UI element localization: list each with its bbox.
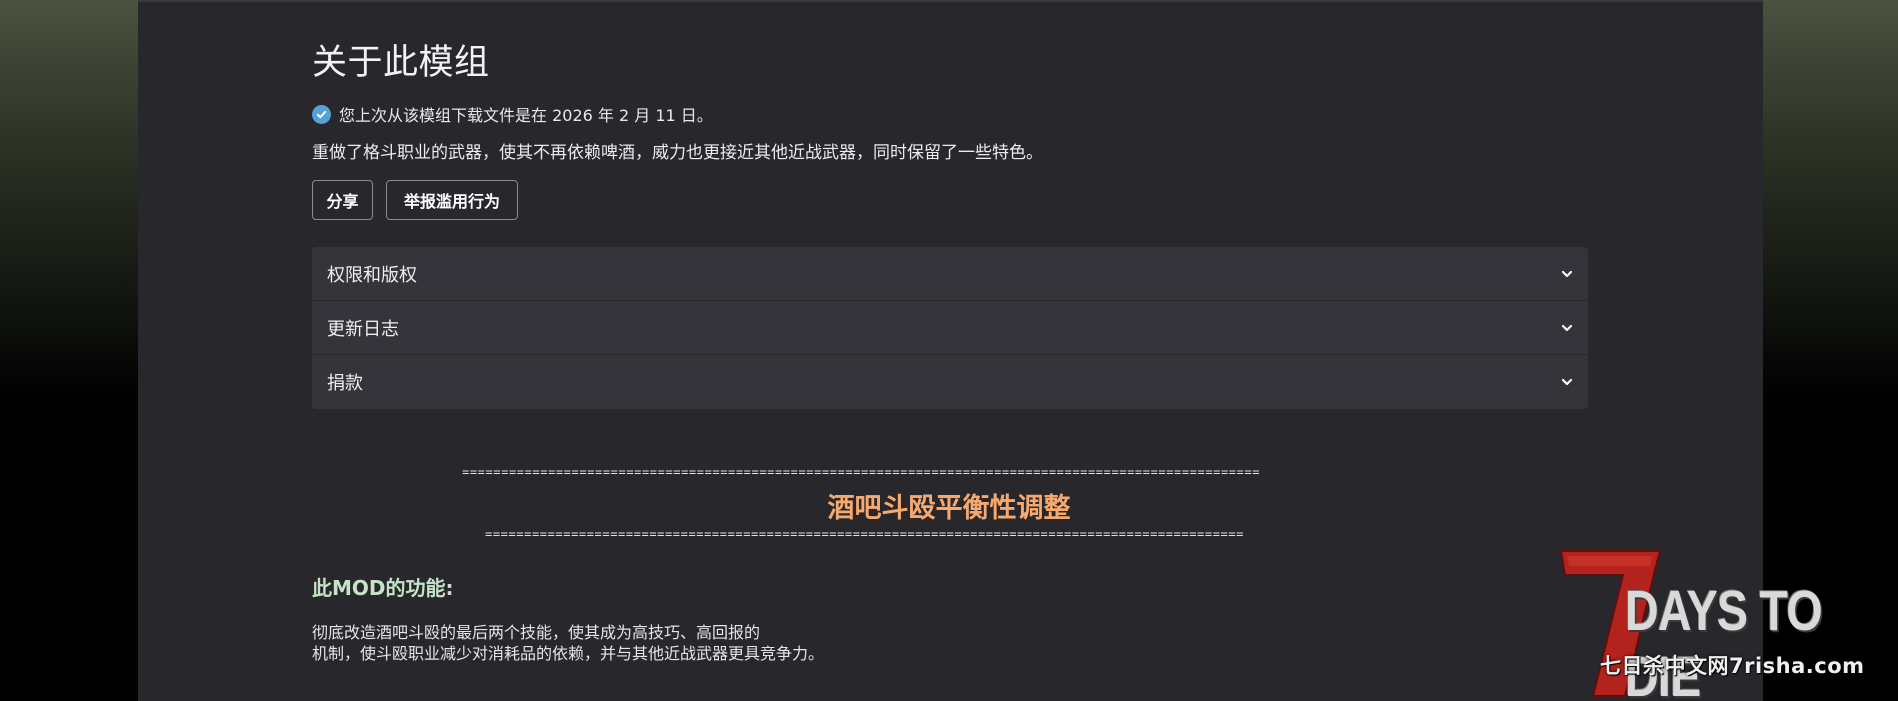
check-circle-icon (312, 104, 331, 124)
features-line: 机制，使斗殴职业减少对消耗品的依赖，并与其他近战武器更具竞争力。 (312, 644, 825, 663)
description-heading: 酒吧斗殴平衡性调整 (827, 493, 1071, 524)
background-right (1758, 0, 1898, 400)
divider-bottom: ========================================… (485, 527, 1244, 541)
accordion-item-permissions[interactable]: 权限和版权 (312, 247, 1588, 301)
features-heading: 此MOD的功能: (312, 576, 454, 600)
report-abuse-button[interactable]: 举报滥用行为 (386, 180, 518, 220)
chevron-down-icon (1561, 270, 1573, 277)
background-left (0, 0, 140, 400)
accordion-item-donations[interactable]: 捐款 (312, 355, 1588, 409)
chevron-down-icon (1561, 324, 1573, 331)
download-notice: 您上次从该模组下载文件是在 2026 年 2 月 11 日。 (312, 102, 713, 126)
logo-wordmark: DAYS TO DIE (1625, 579, 1823, 701)
divider-top: ========================================… (462, 465, 1261, 479)
accordion-item-label: 权限和版权 (327, 264, 417, 286)
page: 关于此模组 您上次从该模组下载文件是在 2026 年 2 月 11 日。 重做了… (0, 0, 1898, 701)
site-watermark-text: 七日杀中文网7risha.com (1600, 654, 1865, 678)
features-body: 彻底改造酒吧斗殴的最后两个技能，使其成为高技巧、高回报的 机制，使斗殴职业减少对… (312, 622, 824, 664)
share-button[interactable]: 分享 (312, 180, 373, 220)
chevron-down-icon (1561, 378, 1573, 386)
features-line: 彻底改造酒吧斗殴的最后两个技能，使其成为高技巧、高回报的 (312, 623, 761, 642)
accordion-item-changelog[interactable]: 更新日志 (312, 301, 1588, 355)
accordion-item-label: 捐款 (327, 373, 363, 394)
mod-summary: 重做了格斗职业的武器，使其不再依赖啤酒，威力也更接近其他近战武器，同时保留了一些… (312, 143, 1043, 163)
accordion: 权限和版权 更新日志 捐款 (312, 247, 1588, 409)
watermark-logo: DAYS TO DIE 七日杀中文网7risha.com (1555, 548, 1895, 701)
page-title: 关于此模组 (312, 43, 490, 83)
accordion-item-label: 更新日志 (327, 318, 399, 340)
download-notice-text: 您上次从该模组下载文件是在 2026 年 2 月 11 日。 (339, 106, 713, 125)
